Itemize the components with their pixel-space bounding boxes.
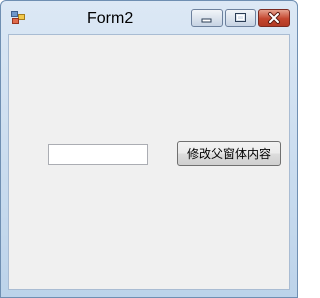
maximize-button[interactable] xyxy=(225,9,256,27)
window-title: Form2 xyxy=(87,10,134,27)
title-bar[interactable]: Form2 xyxy=(1,1,297,32)
form-client-area: 修改父窗体内容 xyxy=(8,34,290,290)
form2-window: Form2 修改父窗体内容 xyxy=(0,0,298,298)
app-icon[interactable] xyxy=(11,11,25,24)
close-icon xyxy=(268,12,280,24)
minimize-button[interactable] xyxy=(191,9,223,27)
minimize-icon xyxy=(201,18,212,23)
maximize-icon xyxy=(235,13,246,22)
text-input[interactable] xyxy=(48,144,148,165)
modify-parent-form-button[interactable]: 修改父窗体内容 xyxy=(177,141,281,166)
close-button[interactable] xyxy=(258,9,290,27)
